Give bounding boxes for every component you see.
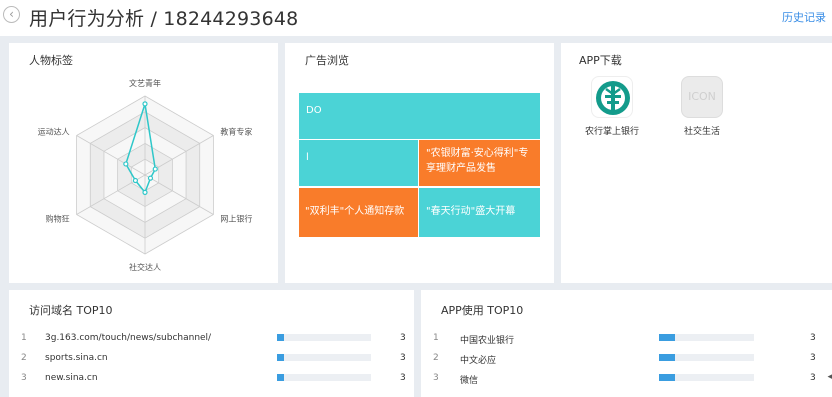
panel-title: 广告浏览 (305, 54, 349, 67)
page-header: ‹ 用户行为分析 / 18244293648 历史记录 (0, 0, 832, 36)
panel-title: APP下载 (579, 54, 622, 67)
collapse-arrow-icon[interactable]: ◂ (827, 372, 832, 382)
panel-title: APP使用 TOP10 (441, 304, 524, 317)
ranking-row: 1 3g.163.com/touch/news/subchannel/3 (9, 329, 414, 349)
radar-axis-label: 网上银行 (220, 214, 252, 224)
radar-axis-label: 社交达人 (129, 262, 161, 272)
panel-title: 访问域名 TOP10 (29, 304, 113, 317)
radar-axis-label: 运动达人 (38, 127, 70, 137)
rank-count: 3 (400, 333, 406, 343)
app-name: 社交生活 (683, 127, 720, 137)
radar-data-point (147, 175, 154, 181)
back-button[interactable]: ‹ (3, 6, 20, 23)
rank-item-name: new.sina.cn (45, 373, 98, 383)
persona-tags-panel: 人物标签 文艺青年 教育专家 网上银行 社交达人 购物狂 运动达人 (9, 43, 278, 283)
rank-progress-fill (277, 374, 285, 381)
ranking-row: 2 中文必应 3 (421, 349, 832, 369)
rank-number: 2 (21, 353, 27, 363)
rank-item-name: 中国农业银行 (460, 336, 515, 346)
radar-data-point (132, 177, 139, 184)
radar-axis-label: 购物狂 (46, 214, 70, 224)
rank-progress-fill (277, 354, 285, 361)
rank-progress-bar (277, 334, 371, 341)
rank-progress-bar (659, 354, 754, 361)
app-name: 农行掌上银行 (584, 127, 639, 137)
rank-progress-bar (659, 374, 754, 381)
rank-number: 2 (433, 353, 439, 363)
ad-tile[interactable]: DO (299, 93, 540, 139)
app-item-social-life[interactable]: ICON 社交生活 (662, 76, 742, 137)
rank-count: 3 (810, 353, 816, 363)
radar-data-point (152, 166, 158, 172)
ad-browsing-panel: 广告浏览 DO l "农银财富·安心得利"专享理财产品发售 "双利丰"个人通知存… (285, 43, 554, 283)
rank-number: 1 (21, 333, 27, 343)
rank-number: 3 (21, 373, 27, 383)
rank-progress-fill (659, 374, 675, 381)
rank-count: 3 (810, 333, 816, 343)
app-usage-top10-panel: APP使用 TOP10 1 中国农业银行 3 2 中文必应 3 3 微信 3 (421, 290, 832, 397)
abc-bank-logo-icon (591, 76, 633, 118)
rank-progress-fill (659, 354, 675, 361)
rank-progress-bar (277, 374, 371, 381)
placeholder-icon: ICON (681, 76, 723, 118)
ranking-row: 1 中国农业银行 3 (421, 329, 832, 349)
rank-item-name: 微信 (460, 376, 479, 386)
history-link[interactable]: 历史记录 (782, 9, 826, 25)
rank-count: 3 (810, 373, 816, 383)
rank-count: 3 (400, 353, 406, 363)
ad-tile[interactable]: l (299, 140, 418, 186)
ranking-row: 2 sports.sina.cn 3 (9, 349, 414, 369)
rank-item-name: 3g.163.com/touch/news/subchannel/ (45, 333, 212, 343)
ranking-row: 3 微信 3 (421, 369, 832, 389)
radar-axis-label: 教育专家 (220, 127, 252, 137)
radar-axis-label: 文艺青年 (129, 78, 161, 88)
app-download-panel: APP下载 农行掌上银行 ICON 社交生活 (561, 43, 832, 283)
rank-progress-fill (277, 334, 285, 341)
rank-number: 3 (433, 373, 439, 383)
ad-tile[interactable]: "双利丰"个人通知存款 (299, 188, 418, 237)
rank-item-name: 中文必应 (460, 356, 497, 366)
radar-data-point (142, 101, 148, 107)
page-title: 用户行为分析 / 18244293648 (29, 8, 299, 30)
radar-data-point (142, 189, 148, 195)
radar-data-point (123, 161, 129, 167)
app-item-abc-bank[interactable]: 农行掌上银行 (572, 76, 652, 137)
rank-progress-bar (659, 334, 754, 341)
domain-top10-panel: 访问域名 TOP10 1 3g.163.com/touch/news/subcha… (9, 290, 414, 397)
ad-tile[interactable]: "春天行动"盛大开幕 (419, 188, 540, 237)
rank-progress-fill (659, 334, 675, 341)
rank-progress-bar (277, 354, 371, 361)
rank-count: 3 (400, 373, 406, 383)
persona-radar-chart: 文艺青年 教育专家 网上银行 社交达人 购物狂 运动达人 (38, 78, 253, 272)
rank-number: 1 (433, 333, 439, 343)
ranking-row: 3 new.sina.cn 3 (9, 369, 414, 389)
rank-item-name: sports.sina.cn (45, 353, 108, 363)
ad-tile[interactable]: "农银财富·安心得利"专享理财产品发售 (419, 140, 540, 186)
